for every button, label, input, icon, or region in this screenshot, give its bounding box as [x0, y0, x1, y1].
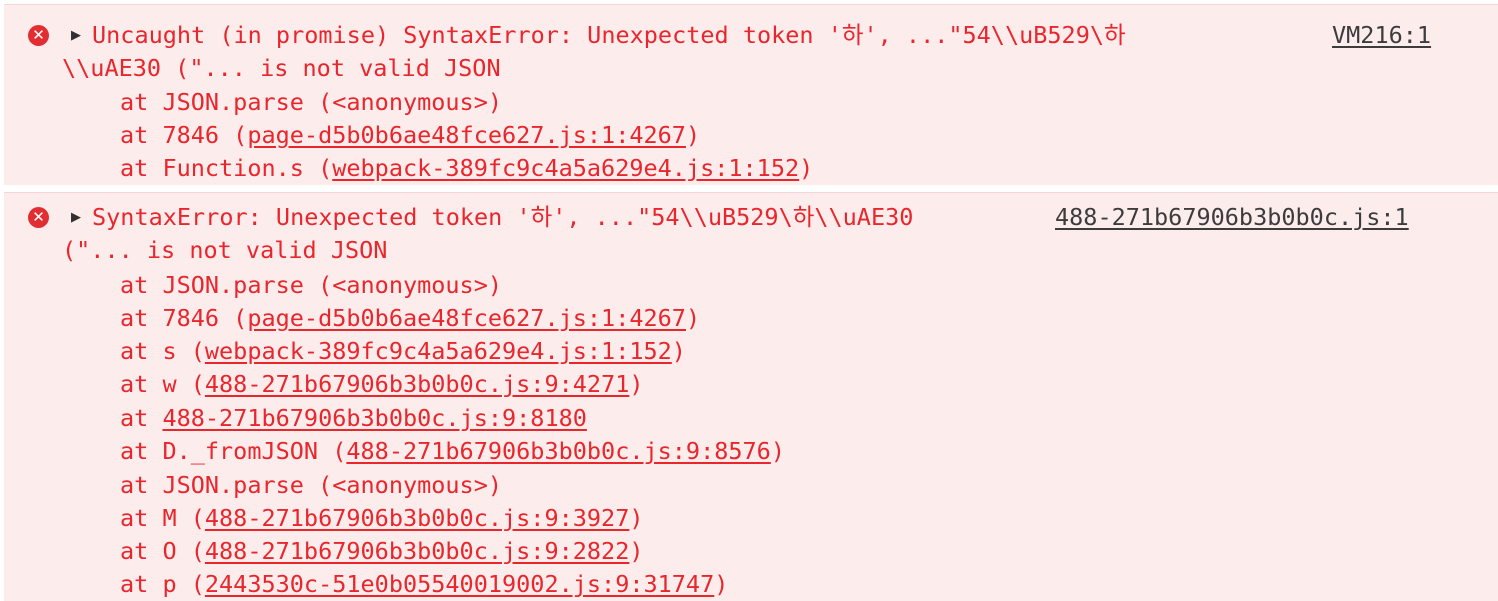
stack-frame: at 7846 (page-d5b0b6ae48fce627.js:1:4267… [120, 121, 701, 149]
stack-frame-link[interactable]: 2443530c-51e0b05540019002.js:9:31747 [205, 570, 714, 598]
stack-frame: at p (2443530c-51e0b05540019002.js:9:317… [120, 570, 729, 598]
stack-frame: at JSON.parse (<anonymous>) [120, 271, 503, 299]
error-circle-icon: ✕ [28, 207, 49, 228]
error-message: Uncaught (in promise) SyntaxError: Unexp… [92, 21, 1126, 49]
source-link[interactable]: 488-271b67906b3b0b0c.js:1 [1055, 201, 1409, 234]
stack-frame: at 7846 (page-d5b0b6ae48fce627.js:1:4267… [120, 304, 701, 332]
stack-frame-link[interactable]: 488-271b67906b3b0b0c.js:9:8180 [162, 404, 586, 432]
error-circle-icon: ✕ [28, 25, 49, 46]
error-message: SyntaxError: Unexpected token '하', ..."5… [92, 203, 914, 231]
console-error-entry[interactable]: ✕ ▶ Uncaught (in promise) SyntaxError: U… [4, 4, 1498, 185]
stack-frame: at O (488-271b67906b3b0b0c.js:9:2822) [120, 537, 644, 565]
stack-frame: at w (488-271b67906b3b0b0c.js:9:4271) [120, 370, 644, 398]
expand-triangle-icon[interactable]: ▶ [71, 201, 81, 234]
stack-frame: at M (488-271b67906b3b0b0c.js:9:3927) [120, 504, 644, 532]
stack-frame: at Function.s (webpack-389fc9c4a5a629e4.… [120, 154, 814, 182]
stack-frame-link[interactable]: 488-271b67906b3b0b0c.js:9:3927 [205, 504, 629, 532]
stack-frame-link[interactable]: page-d5b0b6ae48fce627.js:1:4267 [247, 121, 686, 149]
stack-frame: at JSON.parse (<anonymous>) [120, 471, 503, 499]
source-link[interactable]: VM216:1 [1332, 19, 1431, 52]
error-message-continued: ("... is not valid JSON [62, 236, 388, 264]
stack-frame-link[interactable]: webpack-389fc9c4a5a629e4.js:1:152 [332, 154, 799, 182]
stack-frame-link[interactable]: page-d5b0b6ae48fce627.js:1:4267 [247, 304, 686, 332]
stack-frame: at 488-271b67906b3b0b0c.js:9:8180 [120, 404, 587, 432]
stack-frame-link[interactable]: 488-271b67906b3b0b0c.js:9:8576 [346, 437, 770, 465]
stack-frame: at JSON.parse (<anonymous>) [120, 88, 503, 116]
console-error-entry[interactable]: ✕ ▶ SyntaxError: Unexpected token '하', .… [4, 192, 1498, 601]
stack-frame-link[interactable]: 488-271b67906b3b0b0c.js:9:2822 [205, 537, 629, 565]
error-message-continued: \\uAE30 ("... is not valid JSON [62, 54, 501, 82]
devtools-console: ✕ ▶ Uncaught (in promise) SyntaxError: U… [0, 0, 1498, 601]
stack-frame-link[interactable]: webpack-389fc9c4a5a629e4.js:1:152 [205, 337, 672, 365]
stack-frame: at D._fromJSON (488-271b67906b3b0b0c.js:… [120, 437, 785, 465]
stack-frame: at s (webpack-389fc9c4a5a629e4.js:1:152) [120, 337, 686, 365]
stack-frame-link[interactable]: 488-271b67906b3b0b0c.js:9:4271 [205, 370, 629, 398]
expand-triangle-icon[interactable]: ▶ [71, 19, 81, 52]
